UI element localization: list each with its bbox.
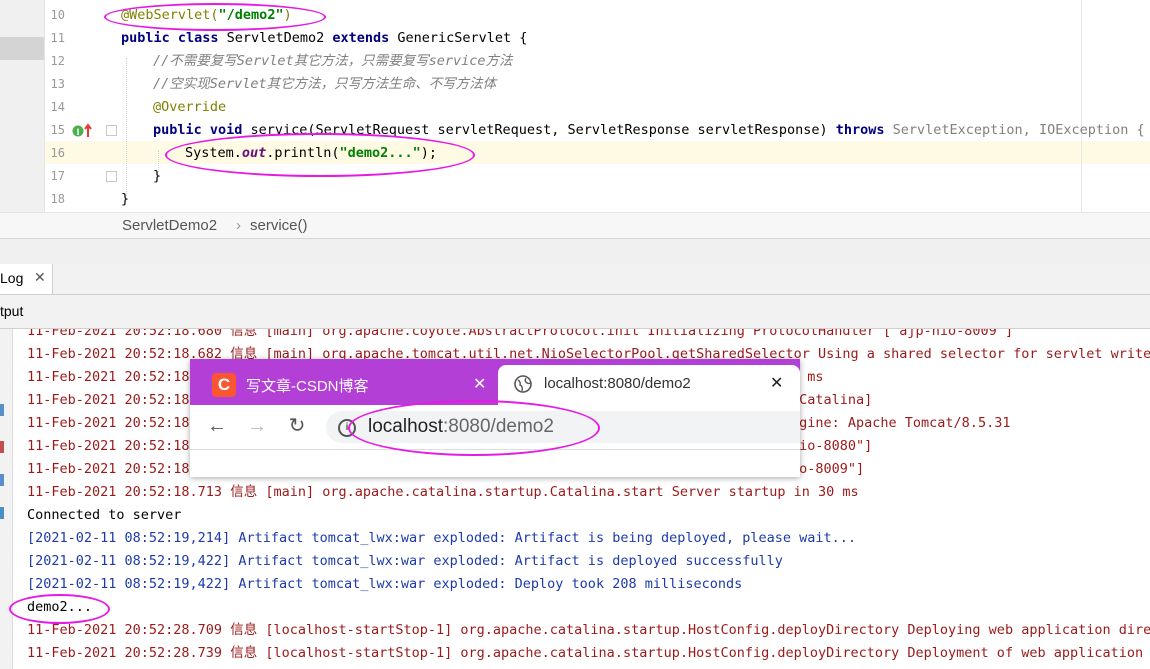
code-line-12[interactable]: //不需要复写Servlet其它方法，只需要复写service方法 <box>153 50 513 73</box>
output-toolbar-strip[interactable] <box>0 329 13 669</box>
code-line-13[interactable]: //空实现Servlet其它方法，只写方法生命、不写方法体 <box>153 73 496 96</box>
log-line: 11-Feb-2021 20:52:28.739 信息 [localhost-s… <box>27 645 1150 661</box>
line-number: 17 <box>50 169 65 183</box>
close-icon[interactable]: ✕ <box>34 269 46 286</box>
log-line: 11-Feb-2021 20:52:18.713 信息 [main] org.a… <box>27 484 859 500</box>
highlight-oval-output <box>9 594 110 624</box>
reload-icon[interactable]: ↻ <box>284 413 310 439</box>
keyword: public void <box>153 122 243 138</box>
highlight-oval-println <box>165 133 475 177</box>
fold-marker[interactable] <box>106 125 117 136</box>
indent-guide <box>126 58 128 196</box>
browser-tab-demo2[interactable]: localhost:8080/demo2 ✕ <box>498 365 800 405</box>
comment: //空实现Servlet其它方法，只写方法生命、不写方法体 <box>153 76 497 92</box>
toolbar-icon[interactable] <box>0 507 4 519</box>
keyword: throws <box>835 122 885 138</box>
toolbar-icon[interactable] <box>0 474 4 486</box>
code-line-18[interactable]: } <box>121 188 129 211</box>
forward-icon[interactable]: → <box>244 413 270 439</box>
line-number: 12 <box>50 54 65 68</box>
line-number: 10 <box>50 8 65 22</box>
line-number: 13 <box>50 77 65 91</box>
log-line: Connected to server <box>27 507 182 523</box>
keyword: extends <box>332 30 390 46</box>
output-header: tput <box>0 295 1150 329</box>
tab-title: localhost:8080/demo2 <box>544 375 691 392</box>
tool-window-tabbar: Log ✕ <box>0 264 1150 295</box>
breadcrumb-class[interactable]: ServletDemo2 <box>122 217 217 234</box>
line-number: 18 <box>50 192 65 206</box>
implements-method-icon[interactable]: I <box>72 123 94 139</box>
line-number: 16 <box>50 146 65 160</box>
toolbar-icon[interactable] <box>0 441 4 453</box>
code-text: GenericServlet { <box>389 30 528 46</box>
right-margin-guide <box>1081 0 1082 212</box>
code-line-14[interactable]: @Override <box>153 96 226 119</box>
code-line-17[interactable]: } <box>153 165 161 188</box>
close-icon[interactable]: ✕ <box>770 373 783 393</box>
brace: } <box>153 168 162 184</box>
svg-text:I: I <box>77 127 80 137</box>
globe-icon <box>514 375 532 393</box>
breadcrumb: ServletDemo2 › service() <box>0 212 1150 239</box>
csdn-logo-icon: C <box>212 373 236 397</box>
comment: //不需要复写Servlet其它方法，只需要复写service方法 <box>153 53 513 69</box>
log-line: 11-Feb-2021 20:52:18.680 信息 [main] org.a… <box>27 329 1014 339</box>
browser-tabstrip: C 写文章-CSDN博客 ✕ localhost:8080/demo2 ✕ <box>190 359 800 405</box>
tab-log[interactable]: Log ✕ <box>0 264 53 294</box>
code-line-11[interactable]: public class ServletDemo2 extends Generi… <box>121 27 527 50</box>
exceptions: ServletException, IOException { <box>884 122 1145 138</box>
code-editor[interactable]: 10 11 12 13 14 15 16 17 18 I @WebServlet… <box>0 0 1150 239</box>
highlight-oval-url <box>348 400 600 456</box>
output-title: tput <box>0 303 24 319</box>
breadcrumb-method[interactable]: service() <box>250 217 308 234</box>
highlight-oval-annotation <box>104 3 326 31</box>
panel-splitter[interactable] <box>0 238 1150 265</box>
annotation: @Override <box>153 99 227 115</box>
class-name: ServletDemo2 <box>218 30 333 46</box>
line-number: 14 <box>50 100 65 114</box>
breadcrumb-separator: › <box>236 217 241 234</box>
log-line: [2021-02-11 08:52:19,214] Artifact tomca… <box>27 530 857 546</box>
log-line: 11-Feb-2021 20:52:28.709 信息 [localhost-s… <box>27 622 1150 638</box>
log-line: [2021-02-11 08:52:19,422] Artifact tomca… <box>27 553 783 569</box>
tab-title: 写文章-CSDN博客 <box>246 378 369 395</box>
toolbar-icon[interactable] <box>0 404 4 416</box>
log-line: [2021-02-11 08:52:19,422] Artifact tomca… <box>27 576 743 592</box>
back-icon[interactable]: ← <box>204 413 230 439</box>
line-number: 11 <box>50 31 65 45</box>
brace: } <box>121 191 130 207</box>
tab-label: Log <box>0 270 24 286</box>
browser-tab-csdn[interactable]: C 写文章-CSDN博客 ✕ <box>190 365 496 405</box>
fold-marker[interactable] <box>106 171 117 182</box>
keyword: public class <box>121 30 219 46</box>
line-number: 15 <box>50 123 65 137</box>
close-icon[interactable]: ✕ <box>473 374 486 394</box>
